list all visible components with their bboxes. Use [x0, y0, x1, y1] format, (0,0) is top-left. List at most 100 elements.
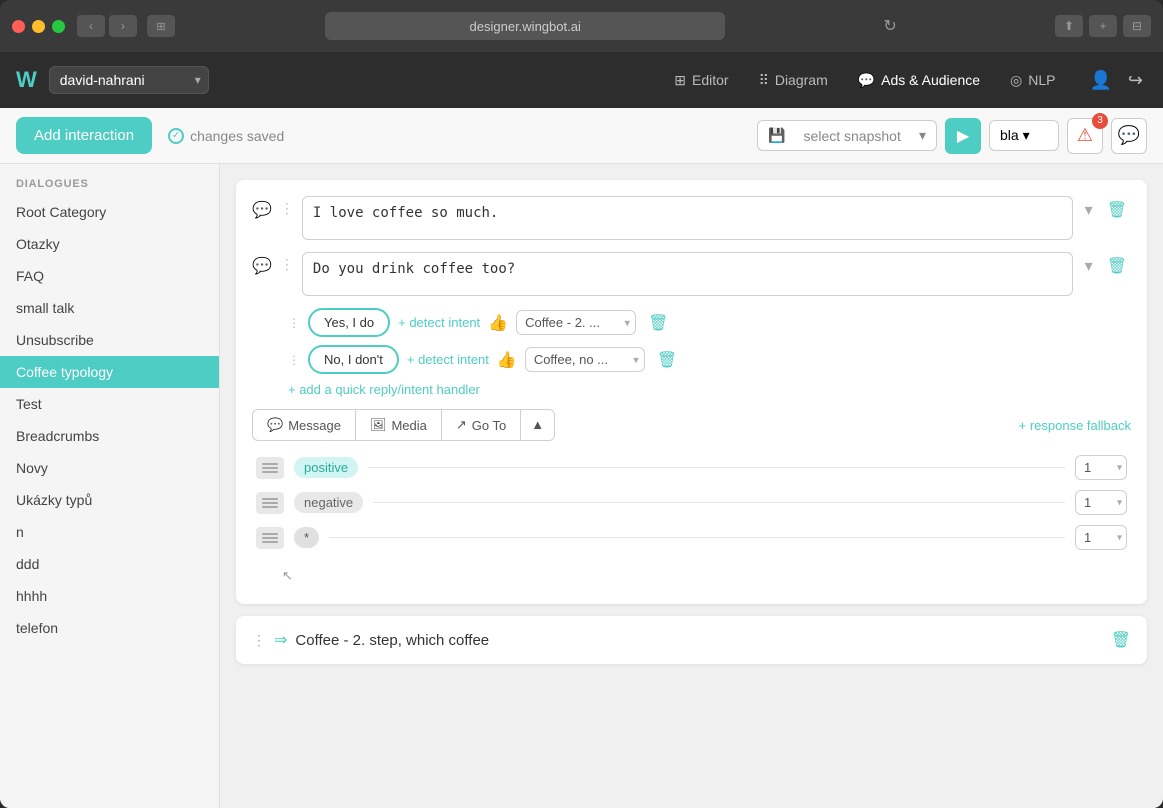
minimize-button[interactable] — [32, 20, 45, 33]
sidebar-item-hhhh[interactable]: hhhh — [0, 580, 219, 612]
alert-badge: 3 — [1092, 113, 1108, 129]
bottom-block-delete[interactable]: 🗑 — [1111, 630, 1131, 650]
nav-item-ads-audience[interactable]: 💬 Ads & Audience — [844, 66, 994, 95]
traffic-lights — [12, 20, 65, 33]
nav-item-editor[interactable]: ⊞ Editor — [660, 66, 742, 95]
detect-intent-link-1[interactable]: + detect intent — [398, 315, 480, 330]
nav-item-nlp[interactable]: ◎ NLP — [996, 66, 1069, 95]
chat-button[interactable]: 💬 — [1111, 118, 1147, 154]
intent-select-1[interactable]: Coffee - 2. ... — [516, 310, 636, 335]
sidebar-item-ddd[interactable]: ddd — [0, 548, 219, 580]
sidebar-item-novy[interactable]: Novy — [0, 452, 219, 484]
intent-count-wrap-negative: 1 — [1075, 490, 1127, 515]
close-button[interactable] — [12, 20, 25, 33]
sidebar-item-ukazky-typu[interactable]: Ukázky typů — [0, 484, 219, 516]
bottom-block-drag[interactable]: ⋮ — [252, 632, 266, 649]
quick-reply-button-1[interactable]: Yes, I do — [308, 308, 390, 337]
nlp-label: NLP — [1028, 72, 1055, 88]
app: W david-nahrani ⊞ Editor ⠿ Diagram 💬 Ads… — [0, 52, 1163, 808]
menu-icon-negative — [262, 502, 278, 504]
logo: W — [16, 67, 37, 93]
response-fallback[interactable]: + response fallback — [1019, 418, 1131, 433]
back-button[interactable]: ‹ — [77, 15, 105, 37]
project-select[interactable]: david-nahrani — [49, 66, 209, 94]
intent-tag-wildcard: * — [294, 527, 319, 548]
intent-count-negative[interactable]: 1 — [1075, 490, 1127, 515]
new-tab-button[interactable]: + — [1089, 15, 1117, 37]
goto-tab-icon: ↗ — [456, 417, 467, 433]
nav-item-diagram[interactable]: ⠿ Diagram — [745, 66, 842, 95]
snapshot-label: select snapshot — [804, 128, 901, 144]
add-qr-link[interactable]: + add a quick reply/intent handler — [252, 382, 1131, 397]
sidebar-item-unsubscribe[interactable]: Unsubscribe — [0, 324, 219, 356]
intent-row-icon-negative — [256, 492, 284, 514]
sidebar-item-faq[interactable]: FAQ — [0, 260, 219, 292]
delete-button-1[interactable]: 🗑 — [1103, 198, 1131, 222]
ads-icon: 💬 — [858, 72, 875, 89]
play-button[interactable]: ▶ — [945, 118, 981, 154]
delete-qr-2[interactable]: 🗑 — [653, 348, 681, 372]
sidebar-item-breadcrumbs[interactable]: Breadcrumbs — [0, 420, 219, 452]
alert-button[interactable]: ⚠ 3 — [1067, 118, 1103, 154]
bla-select[interactable]: bla ▾ — [989, 120, 1059, 151]
thumb-icon-2[interactable]: 👍 — [497, 350, 517, 370]
action-bar: 💬 Message 🖼 Media ↗ Go To ▲ — [252, 409, 1131, 441]
quick-reply-button-2[interactable]: No, I don't — [308, 345, 399, 374]
intent-select-2[interactable]: Coffee, no ... — [525, 347, 645, 372]
row-actions-1: ▾ 🗑 — [1081, 198, 1131, 222]
sidebar-item-n[interactable]: n — [0, 516, 219, 548]
message-row-1: 💬 ⋮ ▾ 🗑 — [252, 196, 1131, 240]
sidebar-item-coffee-typology[interactable]: Coffee typology — [0, 356, 219, 388]
expand-button-1[interactable]: ▾ — [1081, 198, 1097, 222]
share-button[interactable]: ⬆ — [1055, 15, 1083, 37]
sidebar-item-root-category[interactable]: Root Category — [0, 196, 219, 228]
message-input-2[interactable] — [302, 252, 1073, 296]
ads-label: Ads & Audience — [881, 72, 980, 88]
message-icon-1: 💬 — [252, 200, 272, 220]
intent-row-icon-wildcard — [256, 527, 284, 549]
sidebar-item-otazky[interactable]: Otazky — [0, 228, 219, 260]
intent-row-positive: positive 1 — [252, 455, 1131, 480]
editor-icon: ⊞ — [674, 72, 686, 89]
history-button[interactable]: ⊞ — [147, 15, 175, 37]
browser-nav: ‹ › — [77, 15, 137, 37]
editor-label: Editor — [692, 72, 729, 88]
intent-count-wildcard[interactable]: 1 — [1075, 525, 1127, 550]
forward-button[interactable]: › — [109, 15, 137, 37]
action-tab-collapse[interactable]: ▲ — [521, 409, 555, 441]
sidebar-item-small-talk[interactable]: small talk — [0, 292, 219, 324]
url-text: designer.wingbot.ai — [470, 19, 581, 34]
changes-saved-text: changes saved — [190, 128, 284, 144]
sidebar: DIALOGUES Root Category Otazky FAQ small… — [0, 164, 220, 808]
signout-button[interactable]: ↪ — [1124, 66, 1147, 95]
bottom-block-title: Coffee - 2. step, which coffee — [295, 632, 1102, 649]
sidebar-item-test[interactable]: Test — [0, 388, 219, 420]
qr-drag-2[interactable]: ⋮ — [288, 353, 300, 367]
intent-row-icon-positive — [256, 457, 284, 479]
drag-handle-1[interactable]: ⋮ — [280, 200, 294, 217]
url-bar[interactable]: designer.wingbot.ai — [325, 12, 725, 40]
delete-qr-1[interactable]: 🗑 — [644, 311, 672, 335]
qr-drag-1[interactable]: ⋮ — [288, 316, 300, 330]
intent-tag-positive: positive — [294, 457, 358, 478]
delete-button-2[interactable]: 🗑 — [1103, 254, 1131, 278]
intent-count-positive[interactable]: 1 — [1075, 455, 1127, 480]
add-interaction-button[interactable]: Add interaction — [16, 117, 152, 154]
row-actions-2: ▾ 🗑 — [1081, 254, 1131, 278]
action-tab-goto[interactable]: ↗ Go To — [442, 409, 521, 441]
action-tab-message[interactable]: 💬 Message — [252, 409, 356, 441]
thumb-icon-1[interactable]: 👍 — [488, 313, 508, 333]
message-input-1[interactable] — [302, 196, 1073, 240]
detect-intent-link-2[interactable]: + detect intent — [407, 352, 489, 367]
maximize-button[interactable] — [52, 20, 65, 33]
sidebar-toggle-button[interactable]: ⊟ — [1123, 15, 1151, 37]
user-button[interactable]: 👤 — [1085, 66, 1115, 95]
sidebar-item-telefon[interactable]: telefon — [0, 612, 219, 644]
snapshot-select[interactable]: 💾 select snapshot ▾ — [757, 120, 937, 151]
intent-row-wildcard: * 1 — [252, 525, 1131, 550]
quick-reply-row-2: ⋮ No, I don't + detect intent 👍 Coffee, … — [252, 345, 1131, 374]
action-tab-media[interactable]: 🖼 Media — [356, 409, 442, 441]
drag-handle-2[interactable]: ⋮ — [280, 256, 294, 273]
refresh-button[interactable]: ↻ — [883, 16, 896, 36]
expand-button-2[interactable]: ▾ — [1081, 254, 1097, 278]
